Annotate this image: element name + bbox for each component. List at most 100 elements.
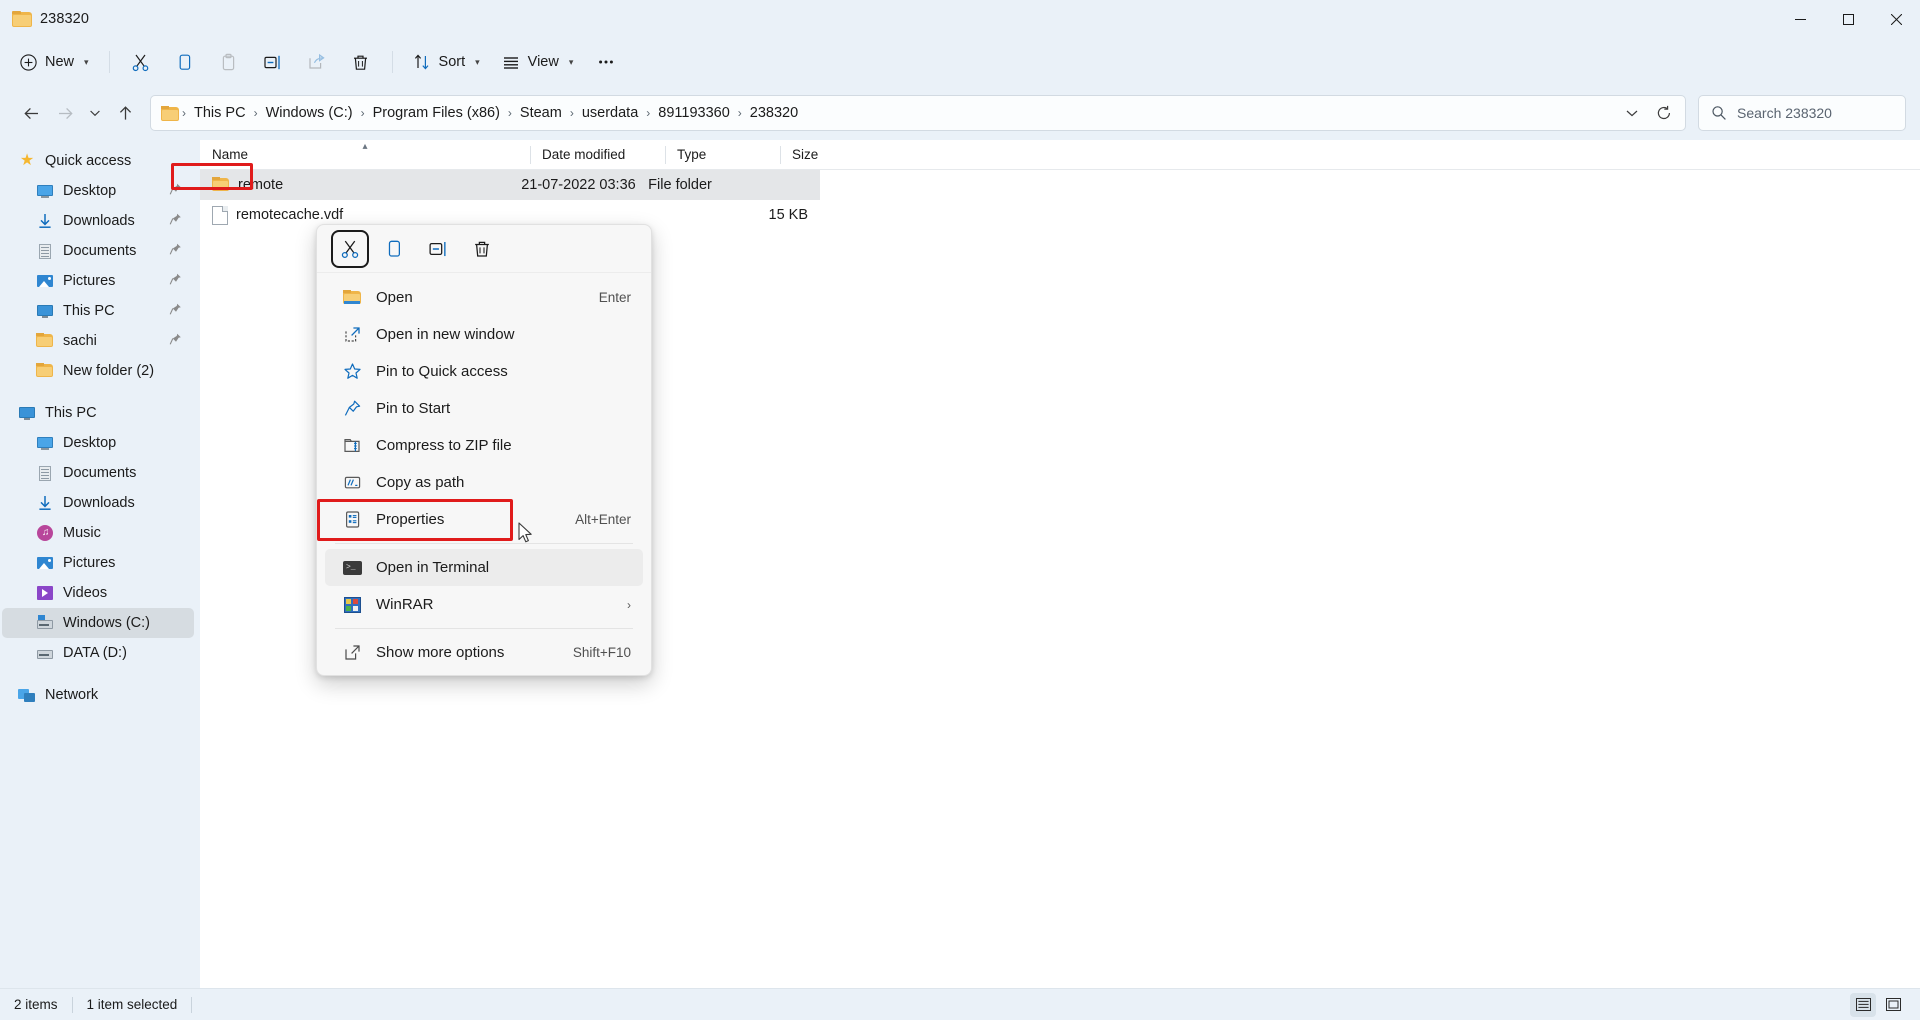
pin-icon[interactable] — [169, 243, 182, 260]
title-bar-left: 238320 — [0, 11, 89, 27]
delete-button[interactable] — [340, 44, 382, 80]
context-menu-item-copy-as-path[interactable]: Copy as path — [325, 464, 643, 501]
maximize-button[interactable] — [1824, 0, 1872, 38]
sidebar-item-pictures[interactable]: Pictures — [2, 266, 194, 296]
pin-icon[interactable] — [169, 273, 182, 290]
sidebar-item-pc-desktop[interactable]: Desktop — [2, 428, 194, 458]
table-row[interactable]: remote 21-07-2022 03:36 PM File folder — [200, 170, 820, 200]
copy-button[interactable] — [375, 230, 413, 268]
more-options-icon — [343, 643, 362, 662]
sidebar-item-label: Documents — [63, 243, 137, 259]
breadcrumb-separator: › — [569, 106, 574, 120]
paste-button[interactable] — [208, 44, 250, 80]
context-menu-item-open[interactable]: Open Enter — [325, 279, 643, 316]
sidebar-item-music[interactable]: ♫ Music — [2, 518, 194, 548]
sidebar-item-documents[interactable]: Documents — [2, 236, 194, 266]
sidebar-item-new-folder-2[interactable]: New folder (2) — [2, 356, 194, 386]
pin-icon[interactable] — [169, 303, 182, 320]
copy-path-icon — [343, 473, 362, 492]
recent-locations-button[interactable] — [82, 96, 108, 130]
refresh-button[interactable] — [1649, 98, 1679, 128]
up-button[interactable] — [108, 96, 142, 130]
back-button[interactable] — [14, 96, 48, 130]
chevron-down-icon — [1626, 110, 1638, 117]
sidebar-item-videos[interactable]: Videos — [2, 578, 194, 608]
forward-button[interactable] — [48, 96, 82, 130]
file-type-cell — [636, 200, 744, 230]
breadcrumb-separator: › — [737, 106, 742, 120]
delete-button[interactable] — [463, 230, 501, 268]
folder-icon — [36, 332, 54, 350]
breadcrumb-item-windows-c[interactable]: Windows (C:) — [259, 102, 360, 124]
terminal-icon: >_ — [343, 558, 362, 577]
breadcrumb-item-this-pc[interactable]: This PC — [187, 102, 253, 124]
breadcrumb-item-238320[interactable]: 238320 — [743, 102, 805, 124]
context-menu-item-open-in-new-window[interactable]: Open in new window — [325, 316, 643, 353]
item-count: 2 items — [14, 997, 58, 1012]
rename-button[interactable] — [419, 230, 457, 268]
pin-icon[interactable] — [169, 333, 182, 350]
sidebar-item-label: Documents — [63, 465, 137, 481]
sidebar-item-label: New folder (2) — [63, 363, 155, 379]
column-header-size[interactable]: Size — [780, 140, 860, 170]
sidebar-item-data-d[interactable]: DATA (D:) — [2, 638, 194, 668]
context-menu-item-winrar[interactable]: WinRAR › — [325, 586, 643, 623]
sidebar-item-this-pc-quick[interactable]: This PC — [2, 296, 194, 326]
search-input[interactable]: Search 238320 — [1737, 105, 1832, 121]
context-menu-item-label: WinRAR — [376, 596, 434, 613]
address-bar-row: › This PC › Windows (C:) › Program Files… — [0, 86, 1920, 140]
context-menu-item-pin-to-start[interactable]: Pin to Start — [325, 390, 643, 427]
context-menu-item-properties[interactable]: Properties Alt+Enter — [325, 501, 643, 538]
cut-button[interactable] — [331, 229, 369, 268]
folder-icon — [212, 176, 230, 194]
details-view-button[interactable] — [1850, 992, 1876, 1017]
new-button[interactable]: New ▾ — [10, 44, 99, 80]
sidebar-item-pc-downloads[interactable]: Downloads — [2, 488, 194, 518]
sidebar-item-label: Videos — [63, 585, 108, 601]
sort-button[interactable]: Sort ▾ — [403, 44, 490, 80]
pin-icon[interactable] — [169, 213, 182, 230]
sidebar-item-desktop[interactable]: Desktop — [2, 176, 194, 206]
sidebar-item-windows-c[interactable]: Windows (C:) — [2, 608, 194, 638]
sidebar-item-quick-access[interactable]: ★ Quick access — [2, 146, 194, 176]
file-name: remotecache.vdf — [236, 207, 344, 223]
breadcrumb-item-steam[interactable]: Steam — [513, 102, 569, 124]
address-bar[interactable]: › This PC › Windows (C:) › Program Files… — [150, 95, 1686, 131]
column-header-date-modified[interactable]: Date modified — [530, 140, 665, 170]
sidebar-item-sachi[interactable]: sachi — [2, 326, 194, 356]
sidebar-item-network[interactable]: Network — [2, 680, 194, 710]
sidebar-group-this-pc[interactable]: This PC — [2, 398, 194, 428]
context-menu-item-compress-to-zip[interactable]: Compress to ZIP file — [325, 427, 643, 464]
large-icons-view-button[interactable] — [1880, 993, 1906, 1017]
cut-button[interactable] — [120, 44, 162, 80]
chevron-down-icon: ▾ — [84, 56, 89, 67]
ellipsis-icon — [599, 60, 614, 64]
view-button[interactable]: View ▾ — [492, 44, 584, 80]
see-more-button[interactable] — [585, 44, 627, 80]
sidebar-item-downloads[interactable]: Downloads — [2, 206, 194, 236]
pin-icon[interactable] — [169, 183, 182, 200]
sidebar-item-pc-documents[interactable]: Documents — [2, 458, 194, 488]
context-menu-item-label: Properties — [376, 511, 445, 528]
column-header-name[interactable]: ▴ Name — [200, 140, 530, 170]
context-menu-item-pin-to-quick-access[interactable]: Pin to Quick access — [325, 353, 643, 390]
sidebar-item-pc-pictures[interactable]: Pictures — [2, 548, 194, 578]
window-title: 238320 — [40, 11, 89, 27]
this-pc-icon — [36, 302, 54, 320]
copy-button[interactable] — [164, 44, 206, 80]
context-menu-item-open-in-terminal[interactable]: >_ Open in Terminal — [325, 549, 643, 586]
rename-button[interactable] — [252, 44, 294, 80]
breadcrumb-item-891193360[interactable]: 891193360 — [651, 102, 737, 124]
search-box[interactable]: Search 238320 — [1698, 95, 1906, 131]
minimize-button[interactable] — [1776, 0, 1824, 38]
previous-locations-button[interactable] — [1617, 98, 1647, 128]
context-menu-item-label: Open — [376, 289, 413, 306]
column-header-type[interactable]: Type — [665, 140, 780, 170]
breadcrumb-item-userdata[interactable]: userdata — [575, 102, 645, 124]
breadcrumb-item-program-files-x86[interactable]: Program Files (x86) — [366, 102, 507, 124]
context-menu-item-show-more-options[interactable]: Show more options Shift+F10 — [325, 634, 643, 671]
sidebar-item-label: Desktop — [63, 183, 117, 199]
address-bar-actions — [1617, 98, 1679, 128]
close-button[interactable] — [1872, 0, 1920, 38]
share-button[interactable] — [296, 44, 338, 80]
